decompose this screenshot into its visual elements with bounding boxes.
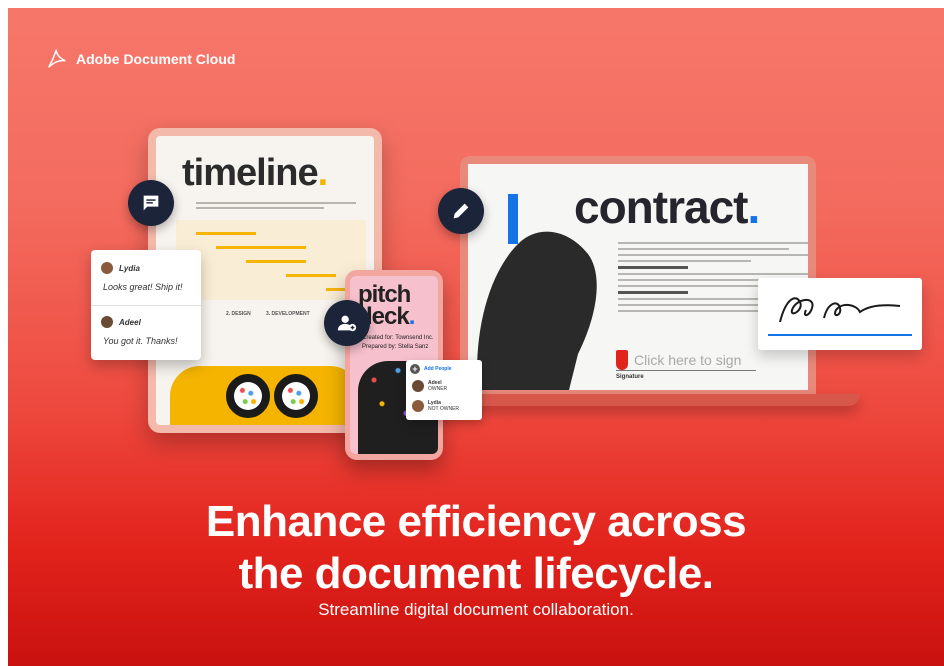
sign-flag-icon <box>616 350 628 370</box>
comment-author: Adeel <box>101 316 141 328</box>
contract-document: contract. Click here to sign Signature <box>468 164 808 390</box>
glasses-lens <box>226 374 270 418</box>
laptop: contract. Click here to sign Signature <box>460 156 816 394</box>
comment-thread: Lydia Looks great! Ship it! Adeel You go… <box>91 250 201 360</box>
person-item[interactable]: Adeel OWNER <box>412 380 447 392</box>
laptop-base <box>440 394 860 406</box>
brand[interactable]: Adobe Document Cloud <box>46 48 235 70</box>
comment-icon[interactable] <box>128 180 174 226</box>
signature-label: Signature <box>616 374 644 380</box>
signature-underline <box>768 334 912 336</box>
brand-name: Adobe Document Cloud <box>76 51 236 67</box>
signature-line <box>616 370 756 371</box>
section-heading <box>618 291 688 294</box>
hero-banner: Adobe Document Cloud timeline. 2. DESIGN… <box>8 8 944 666</box>
add-people-button[interactable]: + Add People <box>410 364 452 374</box>
timeline-intro <box>196 202 356 216</box>
gantt-chart <box>176 220 366 300</box>
add-user-icon[interactable] <box>324 300 370 346</box>
glasses-lens <box>274 374 318 418</box>
timeline-title: timeline. <box>182 152 328 194</box>
avatar <box>101 262 113 274</box>
comment-text: Looks great! Ship it! <box>103 282 183 292</box>
handwritten-signature <box>779 297 901 323</box>
pitch-deck-meta: Created for: Townsend Inc. Prepared by: … <box>362 335 434 350</box>
avatar <box>412 380 424 392</box>
avatar <box>412 400 424 412</box>
divider <box>91 305 201 306</box>
headline: Enhance efficiency across the document l… <box>205 497 747 598</box>
comment-author: Lydia <box>101 262 140 274</box>
acrobat-logo-icon <box>48 48 66 68</box>
person-item[interactable]: Lydia NOT OWNER <box>412 400 459 412</box>
plus-icon: + <box>410 364 420 374</box>
avatar <box>101 316 113 328</box>
subheadline: Streamline digital document collaboratio… <box>318 600 634 619</box>
phase-label: 2. DESIGN <box>226 311 251 317</box>
add-people-popup: + Add People Adeel OWNER Lydia NOT OWNER <box>406 360 482 420</box>
section-heading <box>618 266 688 269</box>
pencil-icon[interactable] <box>438 188 484 234</box>
signature-box[interactable] <box>758 278 922 350</box>
contract-title: contract. <box>574 181 760 233</box>
phase-label: 3. DEVELOPMENT <box>266 311 310 317</box>
comment-text: You got it. Thanks! <box>103 336 178 346</box>
sign-field[interactable]: Click here to sign <box>616 350 741 370</box>
